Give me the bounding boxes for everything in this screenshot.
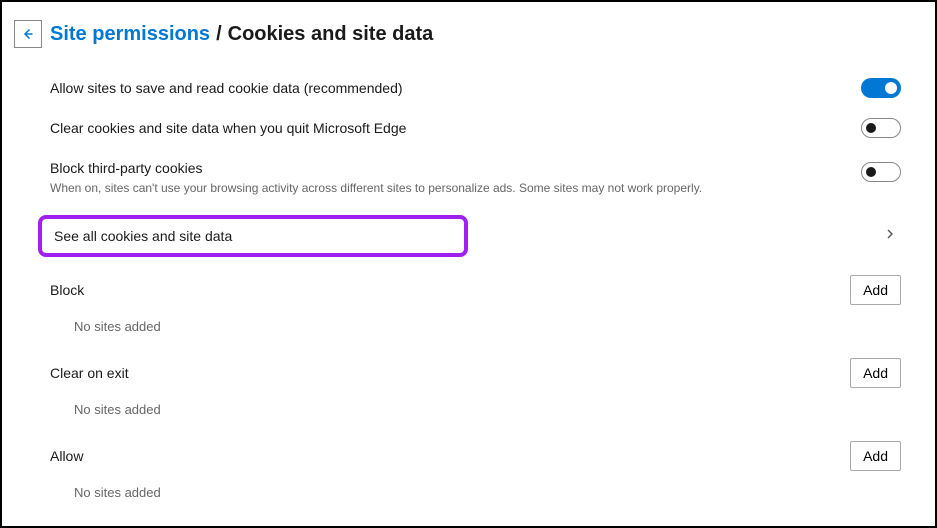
clear-on-quit-toggle[interactable] xyxy=(861,118,901,138)
block-third-party-row: Block third-party cookies When on, sites… xyxy=(50,148,901,207)
highlight-annotation: See all cookies and site data xyxy=(38,215,468,257)
allow-add-button[interactable]: Add xyxy=(850,441,901,471)
see-all-cookies-row[interactable]: See all cookies and site data xyxy=(50,215,901,257)
arrow-left-icon xyxy=(19,25,37,43)
chevron-right-icon[interactable] xyxy=(882,226,901,245)
breadcrumb-parent-link[interactable]: Site permissions xyxy=(50,23,210,46)
allow-cookies-label: Allow sites to save and read cookie data… xyxy=(50,80,861,96)
breadcrumb-separator: / xyxy=(216,23,222,46)
settings-content: Allow sites to save and read cookie data… xyxy=(2,56,935,526)
clear-on-exit-section: Clear on exit Add No sites added xyxy=(50,358,901,423)
block-third-party-label: Block third-party cookies xyxy=(50,160,861,176)
section-header: Block Add xyxy=(50,275,901,305)
allow-cookies-row: Allow sites to save and read cookie data… xyxy=(50,68,901,108)
block-title: Block xyxy=(50,282,84,298)
block-section: Block Add No sites added xyxy=(50,275,901,340)
clear-on-exit-add-button[interactable]: Add xyxy=(850,358,901,388)
clear-on-exit-title: Clear on exit xyxy=(50,365,129,381)
block-third-party-description: When on, sites can't use your browsing a… xyxy=(50,180,861,197)
allow-title: Allow xyxy=(50,448,83,464)
clear-on-quit-row: Clear cookies and site data when you qui… xyxy=(50,108,901,148)
row-text: Clear cookies and site data when you qui… xyxy=(50,120,861,136)
clear-on-exit-empty-text: No sites added xyxy=(50,388,901,423)
row-text: Allow sites to save and read cookie data… xyxy=(50,80,861,96)
see-all-cookies-label: See all cookies and site data xyxy=(54,228,232,244)
allow-section: Allow Add No sites added xyxy=(50,441,901,506)
page-header: Site permissions / Cookies and site data xyxy=(2,2,935,56)
back-button[interactable] xyxy=(14,20,42,48)
allow-empty-text: No sites added xyxy=(50,471,901,506)
block-add-button[interactable]: Add xyxy=(850,275,901,305)
block-empty-text: No sites added xyxy=(50,305,901,340)
breadcrumb: Site permissions / Cookies and site data xyxy=(50,23,433,46)
breadcrumb-current: Cookies and site data xyxy=(228,23,434,46)
clear-on-quit-label: Clear cookies and site data when you qui… xyxy=(50,120,861,136)
section-header: Clear on exit Add xyxy=(50,358,901,388)
block-third-party-toggle[interactable] xyxy=(861,162,901,182)
section-header: Allow Add xyxy=(50,441,901,471)
row-text: Block third-party cookies When on, sites… xyxy=(50,160,861,197)
allow-cookies-toggle[interactable] xyxy=(861,78,901,98)
